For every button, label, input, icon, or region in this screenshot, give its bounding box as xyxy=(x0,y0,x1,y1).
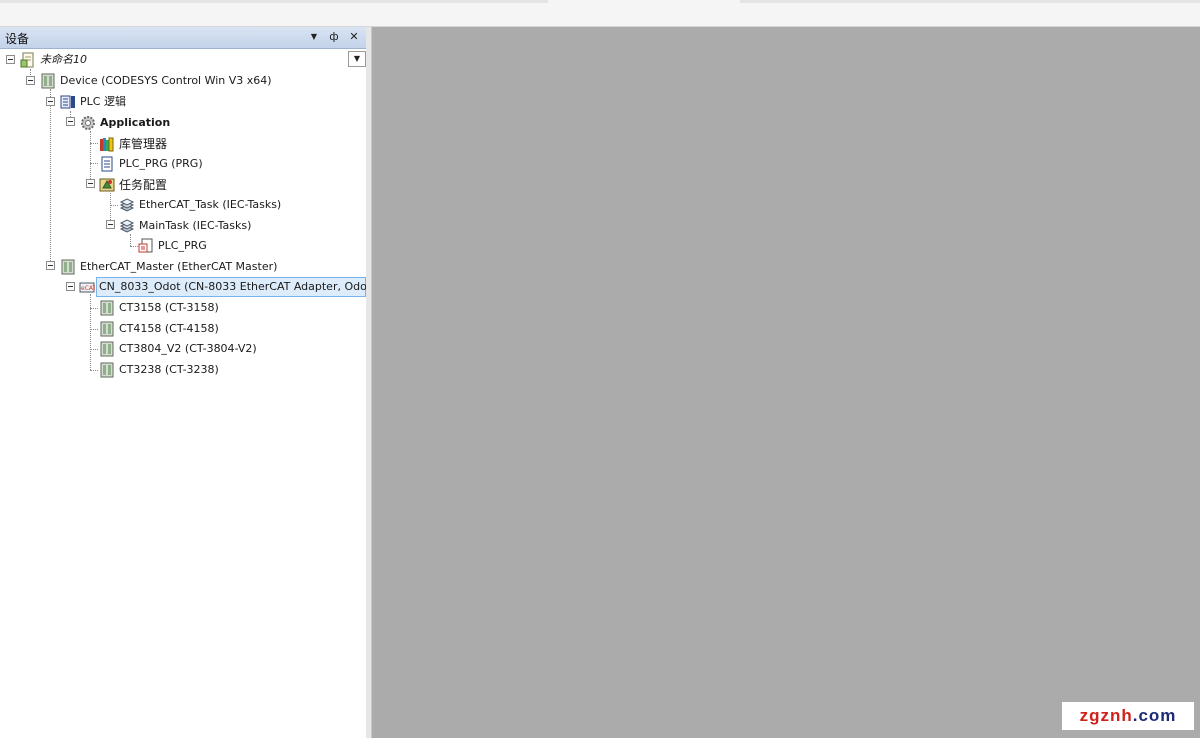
tree-item-ct3804[interactable]: CT3804_V2 (CT-3804-V2) xyxy=(99,339,259,359)
tree-item-task-config[interactable]: 任务配置 xyxy=(99,175,219,195)
tree-filter-dropdown[interactable]: ▼ xyxy=(348,51,366,67)
tree-item-project[interactable]: 未命名10 xyxy=(20,50,220,70)
devices-panel: 设备 ▼ ф ✕ ▼ 未命名10 Device (CODESYS Control… xyxy=(0,27,375,738)
ethercat-master-icon xyxy=(61,259,75,275)
tree-item-label: EtherCAT_Task (IEC-Tasks) xyxy=(139,198,282,211)
tree-item-label: CN_8033_Odot (CN-8033 EtherCAT Adapter, … xyxy=(99,280,376,293)
tree-line xyxy=(90,349,98,350)
tree-line xyxy=(90,329,98,330)
devices-panel-header: 设备 ▼ ф ✕ xyxy=(0,27,366,49)
collapse-toggle[interactable] xyxy=(46,261,55,270)
tree-line xyxy=(110,205,118,206)
tree-item-ct3238[interactable]: CT3238 (CT-3238) xyxy=(99,360,239,380)
io-module-icon xyxy=(100,362,114,378)
tree-item-label: PLC_PRG (PRG) xyxy=(119,157,203,170)
collapse-toggle[interactable] xyxy=(26,76,35,85)
close-button[interactable]: ✕ xyxy=(346,29,362,45)
tree-item-label: CT3238 (CT-3238) xyxy=(119,363,219,376)
program-call-icon xyxy=(138,238,153,253)
svg-text:eCAT: eCAT xyxy=(81,285,95,292)
collapse-toggle[interactable] xyxy=(106,220,115,229)
toolbar-segment xyxy=(0,0,548,3)
watermark-domain: zgznh xyxy=(1079,706,1133,725)
tree-item-label: CT3804_V2 (CT-3804-V2) xyxy=(119,342,257,355)
tree-item-label: Application xyxy=(100,116,171,129)
tree-line xyxy=(50,89,51,267)
tree-item-label: EtherCAT_Master (EtherCAT Master) xyxy=(80,260,278,273)
tree-item-ethercat-task[interactable]: EtherCAT_Task (IEC-Tasks) xyxy=(119,195,299,215)
project-icon xyxy=(20,52,34,68)
tree-item-main-task[interactable]: MainTask (IEC-Tasks) xyxy=(119,216,279,236)
tree-item-application[interactable]: Application xyxy=(80,113,200,133)
tree-line xyxy=(90,308,98,309)
task-stack-icon xyxy=(119,219,135,233)
tree-item-label: PLC_PRG xyxy=(158,239,207,252)
collapse-toggle[interactable] xyxy=(46,97,55,106)
tree-item-label: Device (CODESYS Control Win V3 x64) xyxy=(60,74,272,87)
collapse-toggle[interactable] xyxy=(6,55,15,64)
tree-item-plc-logic[interactable]: PLC 逻辑 xyxy=(60,92,180,112)
task-stack-icon xyxy=(119,198,135,212)
tree-line xyxy=(90,163,98,164)
collapse-toggle[interactable] xyxy=(66,282,75,291)
tree-item-ct4158[interactable]: CT4158 (CT-4158) xyxy=(99,319,239,339)
library-books-icon xyxy=(100,137,114,152)
ethercat-adapter-icon: eCAT xyxy=(79,282,95,293)
io-module-icon xyxy=(100,300,114,316)
tree-line xyxy=(90,143,98,144)
tree-item-label: 未命名10 xyxy=(40,53,87,66)
tree-item-label: PLC 逻辑 xyxy=(80,95,126,108)
toolbar-strip xyxy=(0,0,1200,27)
tree-item-plc-prg-call[interactable]: PLC_PRG xyxy=(138,236,238,256)
tree-item-ct3158[interactable]: CT3158 (CT-3158) xyxy=(99,298,239,318)
panel-title: 设备 xyxy=(5,32,30,46)
collapse-toggle[interactable] xyxy=(66,117,75,126)
plc-logic-icon xyxy=(60,95,75,109)
program-document-icon xyxy=(101,156,113,172)
tree-item-ethercat-master[interactable]: EtherCAT_Master (EtherCAT Master) xyxy=(60,257,280,277)
tree-item-library-manager[interactable]: 库管理器 xyxy=(99,134,219,154)
pin-button[interactable]: ф xyxy=(326,29,342,45)
tree-item-label: MainTask (IEC-Tasks) xyxy=(139,219,252,232)
editor-workspace xyxy=(372,27,1200,738)
tree-item-device[interactable]: Device (CODESYS Control Win V3 x64) xyxy=(40,71,300,91)
watermark-tld: .com xyxy=(1132,706,1177,725)
device-icon xyxy=(41,73,55,89)
tree-item-label: 库管理器 xyxy=(119,137,168,151)
io-module-icon xyxy=(100,341,114,357)
toolbar-segment xyxy=(740,0,1200,3)
tree-item-cn8033[interactable]: eCAT CN_8033_Odot (CN-8033 EtherCAT Adap… xyxy=(79,277,375,297)
tree-item-plc-prg[interactable]: PLC_PRG (PRG) xyxy=(99,154,219,174)
tree-line xyxy=(90,294,91,370)
task-config-icon xyxy=(99,178,115,192)
watermark: zgznh.com xyxy=(1062,702,1194,730)
application-gear-icon xyxy=(81,116,95,130)
panel-menu-button[interactable]: ▼ xyxy=(306,29,322,45)
tree-line xyxy=(130,246,138,247)
tree-item-label: 任务配置 xyxy=(119,178,168,192)
collapse-toggle[interactable] xyxy=(86,179,95,188)
tree-line xyxy=(90,370,98,371)
tree-item-label: CT3158 (CT-3158) xyxy=(119,301,219,314)
io-module-icon xyxy=(100,321,114,337)
tree-item-label: CT4158 (CT-4158) xyxy=(119,322,219,335)
